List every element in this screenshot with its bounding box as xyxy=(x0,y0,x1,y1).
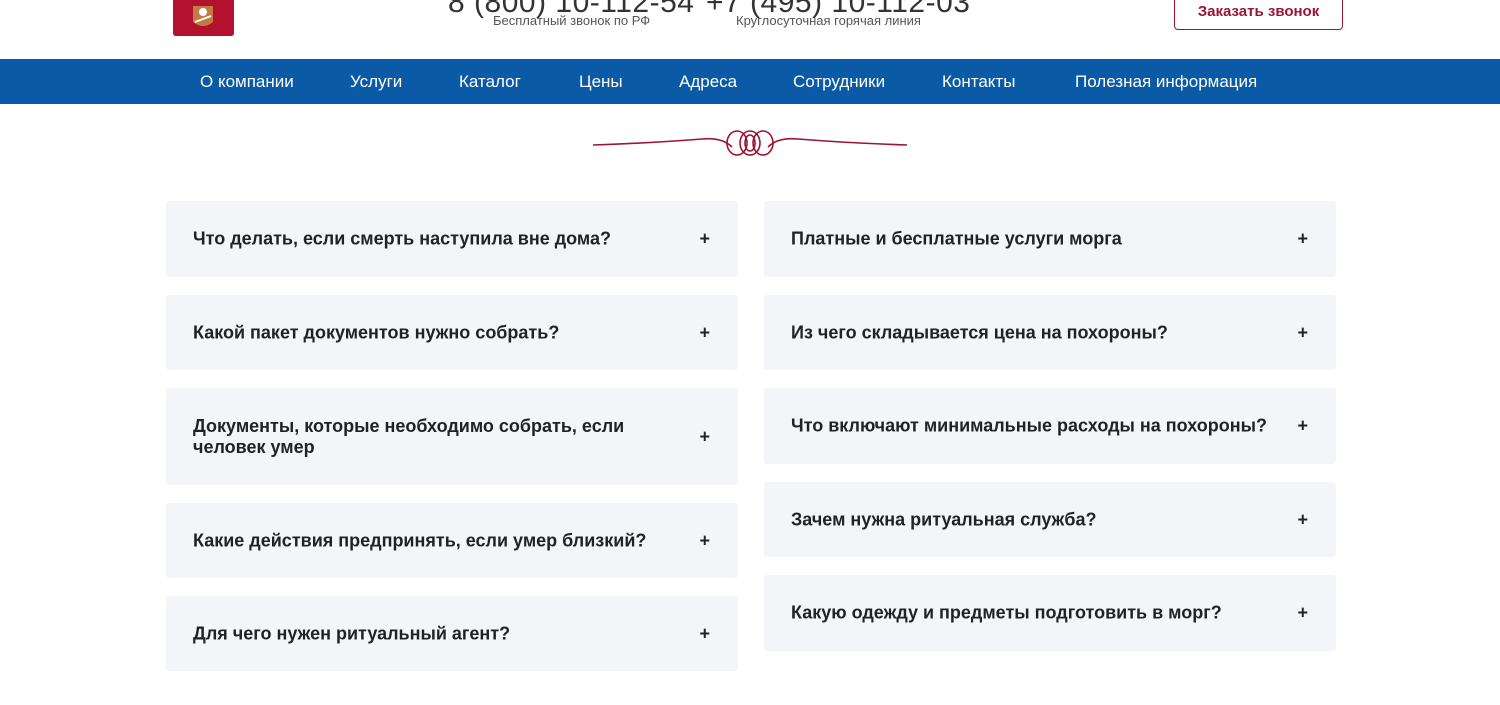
expand-plus-icon[interactable]: + xyxy=(699,623,710,644)
faq-question: Из чего складывается цена на похороны? xyxy=(791,322,1168,342)
faq-question: Платные и бесплатные услуги морга xyxy=(791,228,1122,249)
faq-item[interactable]: Для чего нужен ритуальный агент? + xyxy=(166,596,738,671)
faq-question: Документы, которые необходимо собрать, е… xyxy=(193,415,625,457)
nav-item-about[interactable]: О компании xyxy=(200,59,294,104)
expand-plus-icon[interactable]: + xyxy=(1297,603,1308,624)
nav-item-prices[interactable]: Цены xyxy=(579,59,623,104)
expand-plus-icon[interactable]: + xyxy=(699,322,710,343)
ornament-divider-icon xyxy=(592,130,908,156)
faq-item[interactable]: Какие действия предпринять, если умер бл… xyxy=(166,503,738,578)
faq-item[interactable]: Что делать, если смерть наступила вне до… xyxy=(166,201,738,277)
faq-item[interactable]: Зачем нужна ритуальная служба? + xyxy=(764,482,1336,557)
faq-question: Какой пакет документов нужно собрать? xyxy=(193,322,560,342)
faq-item[interactable]: Что включают минимальные расходы на похо… xyxy=(764,388,1336,464)
faq-question: Для чего нужен ритуальный агент? xyxy=(193,623,511,643)
site-header: 8 (800) 10-112-54 Бесплатный звонок по Р… xyxy=(0,0,1500,59)
expand-plus-icon[interactable]: + xyxy=(699,229,710,250)
nav-item-catalog[interactable]: Каталог xyxy=(459,59,521,104)
faq-question: Что включают минимальные расходы на похо… xyxy=(791,415,1267,436)
nav-item-addresses[interactable]: Адреса xyxy=(679,59,737,104)
hotline-phone-caption: Круглосуточная горячая линия xyxy=(736,13,921,28)
faq-question: Зачем нужна ритуальная служба? xyxy=(791,509,1097,529)
expand-plus-icon[interactable]: + xyxy=(1297,229,1308,250)
nav-item-services[interactable]: Услуги xyxy=(350,59,402,104)
expand-plus-icon[interactable]: + xyxy=(1297,509,1308,530)
faq-question: Какую одежду и предметы подготовить в мо… xyxy=(791,602,1222,623)
expand-plus-icon[interactable]: + xyxy=(1297,416,1308,437)
faq-item[interactable]: Из чего складывается цена на похороны? + xyxy=(764,295,1336,370)
faq-question: Какие действия предпринять, если умер бл… xyxy=(193,530,647,550)
nav-item-staff[interactable]: Сотрудники xyxy=(793,59,885,104)
faq-item[interactable]: Документы, которые необходимо собрать, е… xyxy=(166,388,738,485)
request-callback-button[interactable]: Заказать звонок xyxy=(1174,0,1343,30)
faq-question: Что делать, если смерть наступила вне до… xyxy=(193,228,612,249)
expand-plus-icon[interactable]: + xyxy=(1297,322,1308,343)
nav-item-contacts[interactable]: Контакты xyxy=(942,59,1015,104)
moscow-coat-of-arms-icon[interactable] xyxy=(173,0,234,36)
expand-plus-icon[interactable]: + xyxy=(699,530,710,551)
faq-item[interactable]: Какой пакет документов нужно собрать? + xyxy=(166,295,738,370)
free-phone-caption: Бесплатный звонок по РФ xyxy=(493,13,651,28)
main-navigation: О компании Услуги Каталог Цены Адреса Со… xyxy=(0,59,1500,104)
faq-item[interactable]: Платные и бесплатные услуги морга + xyxy=(764,201,1336,277)
nav-item-useful-info[interactable]: Полезная информация xyxy=(1075,59,1257,104)
faq-item[interactable]: Какую одежду и предметы подготовить в мо… xyxy=(764,575,1336,651)
expand-plus-icon[interactable]: + xyxy=(699,426,710,447)
